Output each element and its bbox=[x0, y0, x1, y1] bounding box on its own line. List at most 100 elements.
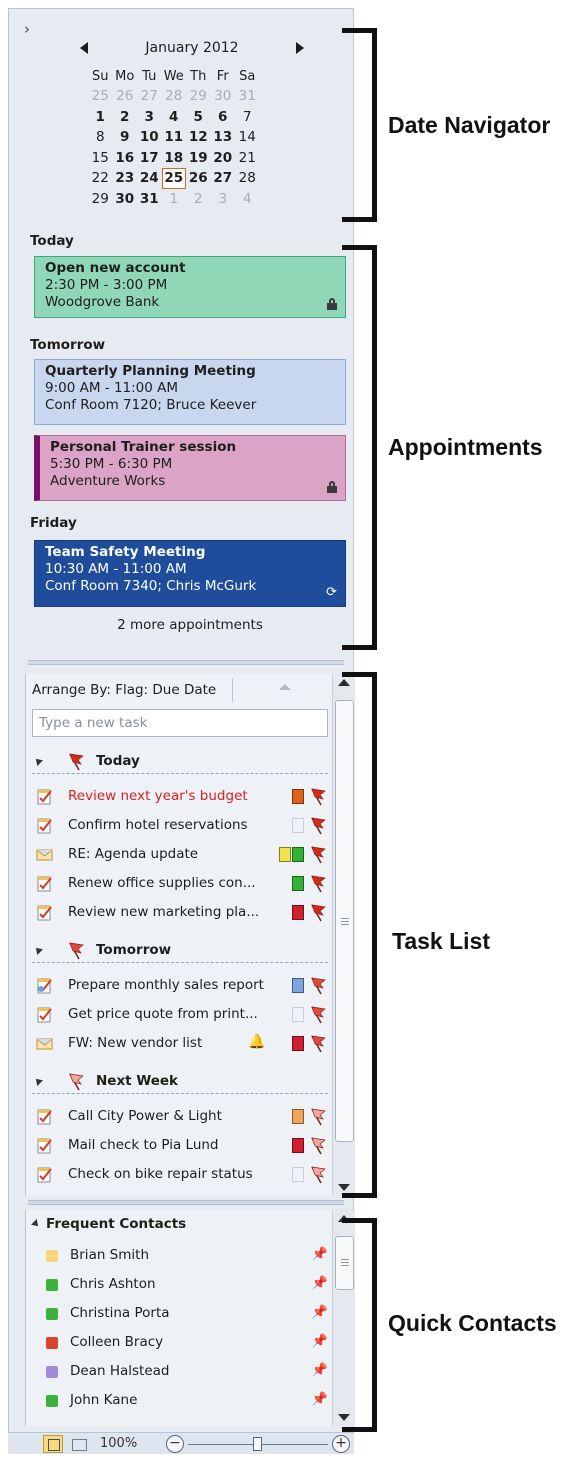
category-box[interactable] bbox=[292, 847, 304, 862]
task-group-header[interactable]: Next Week bbox=[32, 1070, 328, 1094]
date-cell[interactable]: 30 bbox=[211, 87, 236, 106]
task-item[interactable]: Check on bike repair status bbox=[32, 1162, 328, 1188]
pin-icon[interactable]: 📌 bbox=[312, 1305, 328, 1320]
category-box[interactable] bbox=[292, 818, 304, 833]
task-group-header[interactable]: Today bbox=[32, 750, 328, 774]
flag-icon[interactable] bbox=[308, 1107, 328, 1127]
category-box[interactable] bbox=[292, 905, 304, 920]
appointment-card[interactable]: Quarterly Planning Meeting 9:00 AM - 11:… bbox=[34, 359, 346, 425]
category-box[interactable] bbox=[292, 876, 304, 891]
follow-up-flag-icon[interactable] bbox=[308, 1034, 328, 1054]
date-cell[interactable]: 17 bbox=[137, 149, 162, 168]
date-cell[interactable]: 3 bbox=[211, 190, 236, 209]
date-cell[interactable]: 26 bbox=[113, 87, 138, 106]
collapse-triangle-icon[interactable] bbox=[33, 756, 43, 766]
date-cell[interactable]: 25 bbox=[88, 87, 113, 106]
contact-item[interactable]: Brian Smith 📌 bbox=[42, 1244, 332, 1270]
date-cell[interactable]: 28 bbox=[235, 169, 260, 188]
pane-splitter[interactable] bbox=[28, 660, 344, 665]
flag-icon[interactable] bbox=[308, 1136, 328, 1156]
date-cell[interactable]: 8 bbox=[88, 128, 113, 147]
task-item[interactable]: Call City Power & Light bbox=[32, 1104, 328, 1130]
task-item[interactable]: Get price quote from print... bbox=[32, 1002, 328, 1028]
follow-up-flag-icon[interactable] bbox=[308, 1107, 328, 1127]
date-cell[interactable]: 31 bbox=[137, 190, 162, 209]
contact-item[interactable]: John Kane 📌 bbox=[42, 1389, 332, 1415]
normal-view-icon[interactable] bbox=[43, 1435, 63, 1453]
flag-icon[interactable] bbox=[66, 1072, 86, 1092]
date-cell[interactable]: 22 bbox=[88, 169, 113, 188]
next-month-arrow-icon[interactable] bbox=[296, 42, 304, 54]
date-cell[interactable]: 5 bbox=[186, 108, 211, 127]
date-cell[interactable]: 20 bbox=[211, 149, 236, 168]
follow-up-flag-icon[interactable] bbox=[308, 845, 328, 865]
task-item[interactable]: Prepare monthly sales report bbox=[32, 973, 328, 999]
date-cell[interactable]: 6 bbox=[211, 108, 236, 127]
contact-item[interactable]: Chris Ashton 📌 bbox=[42, 1273, 332, 1299]
date-cell[interactable]: 26 bbox=[186, 169, 211, 188]
date-cell[interactable]: 11 bbox=[162, 128, 187, 147]
date-cell[interactable]: 28 bbox=[162, 87, 187, 106]
date-cell[interactable]: 4 bbox=[162, 108, 187, 127]
pane-splitter[interactable] bbox=[28, 1200, 344, 1205]
date-cell[interactable]: 21 bbox=[235, 149, 260, 168]
date-cell[interactable]: 3 bbox=[137, 108, 162, 127]
follow-up-flag-icon[interactable] bbox=[308, 1165, 328, 1185]
zoom-in-button[interactable]: + bbox=[332, 1435, 350, 1453]
date-cell[interactable]: 12 bbox=[186, 128, 211, 147]
appointment-card[interactable]: Open new account 2:30 PM - 3:00 PM Woodg… bbox=[34, 256, 346, 318]
date-cell[interactable]: 15 bbox=[88, 149, 113, 168]
follow-up-flag-icon[interactable] bbox=[308, 1005, 328, 1025]
task-item[interactable]: FW: New vendor list 🔔 bbox=[32, 1031, 328, 1057]
flag-icon[interactable] bbox=[66, 941, 86, 961]
flag-icon[interactable] bbox=[308, 903, 328, 923]
category-box[interactable] bbox=[292, 1167, 304, 1182]
date-cell[interactable]: 2 bbox=[113, 108, 138, 127]
contact-item[interactable]: Dean Halstead 📌 bbox=[42, 1360, 332, 1386]
zoom-out-button[interactable]: − bbox=[166, 1435, 184, 1453]
flag-icon[interactable] bbox=[308, 787, 328, 807]
more-appointments-link[interactable]: 2 more appointments bbox=[34, 617, 346, 633]
date-cell[interactable]: 27 bbox=[137, 87, 162, 106]
date-cell[interactable]: 19 bbox=[186, 149, 211, 168]
follow-up-flag-icon[interactable] bbox=[308, 787, 328, 807]
date-cell[interactable]: 24 bbox=[137, 169, 162, 188]
task-item[interactable]: Mail check to Pia Lund bbox=[32, 1133, 328, 1159]
date-cell[interactable]: 16 bbox=[113, 149, 138, 168]
arrange-by-header[interactable]: Arrange By: Flag: Due Date bbox=[32, 682, 216, 698]
pin-icon[interactable]: 📌 bbox=[312, 1363, 328, 1378]
date-cell[interactable]: 4 bbox=[235, 190, 260, 209]
reading-view-icon[interactable] bbox=[68, 1435, 88, 1453]
today-date-cell[interactable]: 25 bbox=[161, 168, 186, 190]
zoom-slider[interactable] bbox=[188, 1437, 328, 1451]
previous-month-arrow-icon[interactable] bbox=[80, 42, 88, 54]
flag-icon[interactable] bbox=[308, 1034, 328, 1054]
collapse-triangle-icon[interactable] bbox=[33, 945, 43, 955]
zoom-slider-thumb[interactable] bbox=[253, 1437, 262, 1451]
contact-item[interactable]: Christina Porta 📌 bbox=[42, 1302, 332, 1328]
date-cell[interactable]: 7 bbox=[235, 108, 260, 127]
expand-chevron-icon[interactable]: › bbox=[24, 20, 30, 38]
flag-icon[interactable] bbox=[308, 816, 328, 836]
category-box[interactable] bbox=[292, 1036, 304, 1051]
sort-arrow-icon[interactable] bbox=[279, 684, 291, 690]
collapse-triangle-icon[interactable] bbox=[33, 1076, 43, 1086]
date-cell[interactable]: 9 bbox=[113, 128, 138, 147]
date-cell[interactable]: 2 bbox=[186, 190, 211, 209]
pin-icon[interactable]: 📌 bbox=[312, 1247, 328, 1262]
task-item[interactable]: Review next year's budget bbox=[32, 784, 328, 810]
category-box[interactable] bbox=[292, 1109, 304, 1124]
pin-icon[interactable]: 📌 bbox=[312, 1334, 328, 1349]
contact-item[interactable]: Colleen Bracy 📌 bbox=[42, 1331, 332, 1357]
task-item[interactable]: Confirm hotel reservations bbox=[32, 813, 328, 839]
flag-icon[interactable] bbox=[308, 976, 328, 996]
frequent-contacts-header[interactable]: Frequent Contacts bbox=[32, 1216, 186, 1232]
category-box[interactable] bbox=[279, 847, 291, 862]
category-box[interactable] bbox=[292, 1007, 304, 1022]
task-item[interactable]: Review new marketing pla... bbox=[32, 900, 328, 926]
pin-icon[interactable]: 📌 bbox=[312, 1392, 328, 1407]
flag-icon[interactable] bbox=[308, 1005, 328, 1025]
date-cell[interactable]: 23 bbox=[113, 169, 138, 188]
category-box[interactable] bbox=[292, 789, 304, 804]
follow-up-flag-icon[interactable] bbox=[308, 976, 328, 996]
